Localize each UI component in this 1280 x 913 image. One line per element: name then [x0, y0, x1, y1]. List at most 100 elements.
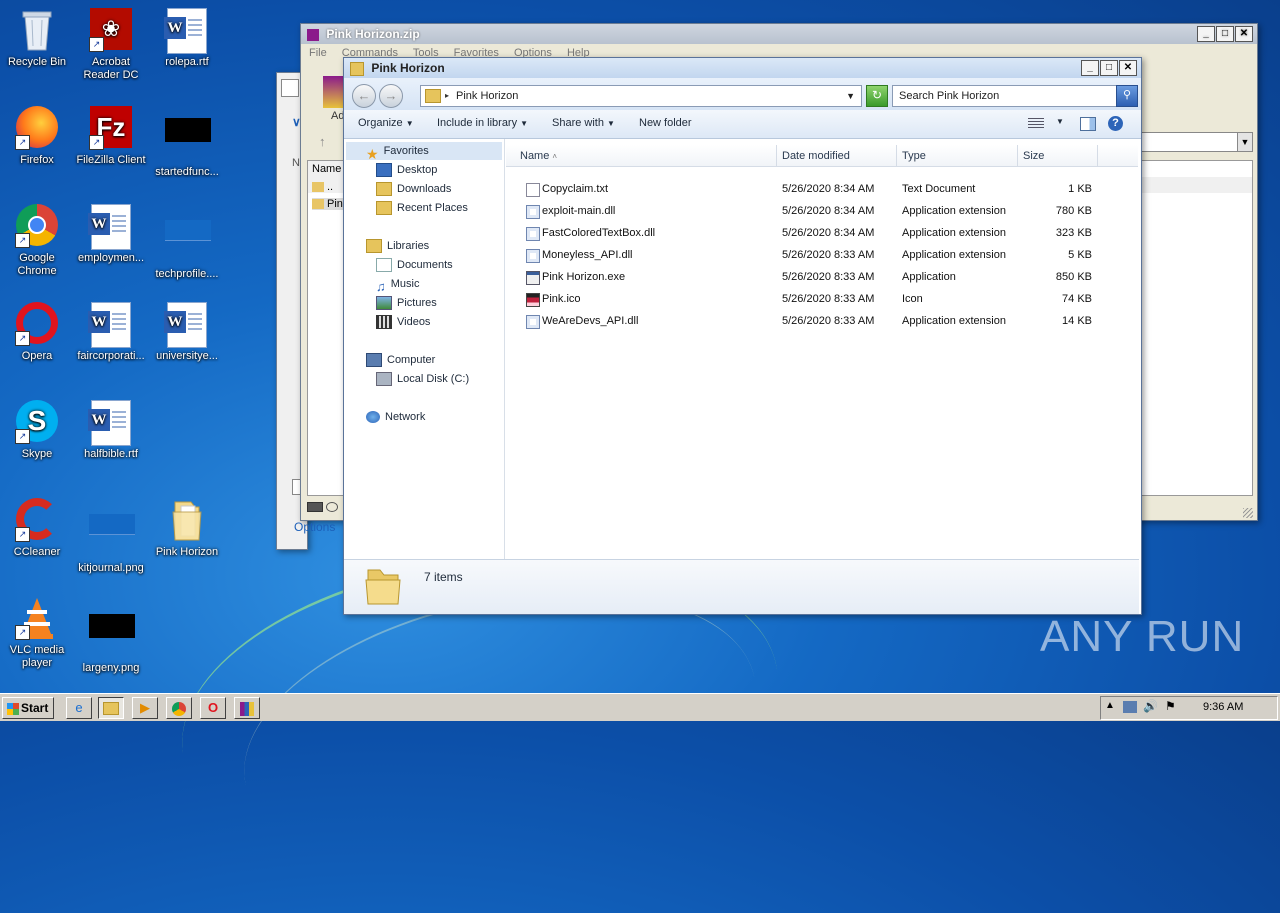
minimize-button[interactable]: _: [1197, 26, 1215, 42]
search-input[interactable]: Search Pink Horizon: [892, 85, 1118, 107]
media-player-taskbar-icon[interactable]: ▶: [132, 697, 158, 719]
file-row[interactable]: Pink Horizon.exe 5/26/2020 8:33 AM Applica…: [522, 266, 1132, 288]
column-name[interactable]: Name ˄: [506, 145, 777, 167]
start-button[interactable]: Start: [2, 697, 54, 719]
close-button[interactable]: ✕: [1235, 26, 1253, 42]
nav-local-disk[interactable]: Local Disk (C:): [376, 370, 469, 388]
tray-expand-icon[interactable]: ▲: [1105, 700, 1115, 711]
forward-button[interactable]: →: [379, 84, 403, 108]
chevron-down-icon[interactable]: ▼: [1237, 133, 1252, 151]
nav-network[interactable]: Network: [366, 408, 425, 426]
tray-network-icon[interactable]: [1123, 701, 1137, 713]
desktop-icon-techprofile[interactable]: techprofile....: [150, 204, 224, 281]
chevron-down-icon[interactable]: ▼: [846, 86, 855, 106]
up-arrow-icon[interactable]: ↑: [319, 134, 326, 149]
file-list[interactable]: Name ˄ Date modified Type Size Copyclaim…: [506, 139, 1139, 559]
nav-downloads[interactable]: Downloads: [376, 180, 451, 198]
close-button[interactable]: ✕: [1119, 60, 1137, 76]
preview-pane-icon[interactable]: [1080, 117, 1096, 131]
new-folder-button[interactable]: New folder: [639, 117, 692, 129]
desktop-icon-vlc[interactable]: ↗ VLC media player: [0, 596, 74, 670]
path-dropdown[interactable]: ▼: [1139, 132, 1253, 152]
nav-desktop[interactable]: Desktop: [376, 161, 437, 179]
desktop-icon-skype[interactable]: S ↗ Skype: [0, 400, 74, 461]
breadcrumb-pink-horizon[interactable]: Pink Horizon: [456, 86, 518, 106]
winrar-titlebar[interactable]: Pink Horizon.zip _ □ ✕: [301, 24, 1257, 44]
file-name: FastColoredTextBox.dll: [542, 227, 656, 239]
desktop-icon-largeny[interactable]: largeny.png: [74, 596, 148, 675]
maximize-button[interactable]: □: [1216, 26, 1234, 42]
winrar-taskbar-icon[interactable]: [234, 697, 260, 719]
help-icon[interactable]: ?: [1108, 116, 1123, 131]
folder-icon: [425, 89, 441, 103]
chevron-down-icon[interactable]: ▼: [1056, 117, 1064, 126]
desktop-icon-kitjournal[interactable]: kitjournal.png: [74, 498, 148, 575]
back-button[interactable]: ←: [352, 84, 376, 108]
desktop-icon-universitye[interactable]: W universitye...: [150, 302, 224, 363]
resize-grip[interactable]: [1243, 508, 1253, 518]
share-with-button[interactable]: Share with ▼: [552, 117, 615, 129]
desktop-icon-opera[interactable]: ↗ Opera: [0, 302, 74, 363]
menu-file[interactable]: File: [309, 47, 327, 59]
column-date-modified[interactable]: Date modified: [777, 145, 897, 167]
command-bar: Organize ▼ Include in library ▼ Share wi…: [344, 110, 1141, 139]
maximize-button[interactable]: □: [1100, 60, 1118, 76]
opera-taskbar-icon[interactable]: O: [200, 697, 226, 719]
tray-flag-icon[interactable]: ⚑: [1165, 699, 1176, 713]
view-options-icon[interactable]: [1028, 118, 1044, 128]
desktop-icon-startedfunc[interactable]: startedfunc...: [150, 106, 224, 179]
nav-documents[interactable]: Documents: [376, 256, 453, 274]
nav-favorites[interactable]: ★ Favorites: [366, 142, 429, 162]
desktop-icon-halfbible[interactable]: W halfbible.rtf: [74, 400, 148, 461]
file-row[interactable]: Moneyless_API.dll 5/26/2020 8:33 AM Applic…: [522, 244, 1132, 266]
winrar-row-parent[interactable]: ..: [312, 181, 333, 193]
add-archive-icon[interactable]: [323, 76, 345, 108]
file-row[interactable]: FastColoredTextBox.dll 5/26/2020 8:34 AM A…: [522, 222, 1132, 244]
column-size[interactable]: Size: [1018, 145, 1098, 167]
file-date: 5/26/2020 8:34 AM: [782, 227, 875, 239]
refresh-button[interactable]: ↻: [866, 85, 888, 107]
nav-libraries[interactable]: Libraries: [366, 237, 429, 255]
desktop-icon-firefox[interactable]: ↗ Firefox: [0, 106, 74, 167]
anyrun-watermark: ANY RUN: [1040, 612, 1245, 661]
search-button[interactable]: ⚲: [1116, 85, 1138, 107]
file-size: 5 KB: [1068, 249, 1092, 261]
explorer-titlebar[interactable]: Pink Horizon _ □ ✕: [344, 58, 1141, 78]
downloads-icon: [376, 182, 392, 197]
nav-music[interactable]: ♫ Music: [376, 275, 419, 294]
column-type[interactable]: Type: [897, 145, 1018, 167]
address-bar[interactable]: ▸ Pink Horizon ▼: [420, 85, 862, 107]
chrome-taskbar-icon[interactable]: [166, 697, 192, 719]
desktop-icon-pink-horizon-folder[interactable]: Pink Horizon: [150, 498, 224, 559]
file-row[interactable]: exploit-main.dll 5/26/2020 8:34 AM Applica…: [522, 200, 1132, 222]
include-in-library-button[interactable]: Include in library ▼: [437, 117, 528, 129]
desktop-icon-acrobat[interactable]: ❀ ↗ Acrobat Reader DC: [74, 8, 148, 82]
nav-computer[interactable]: Computer: [366, 351, 435, 369]
explorer-window[interactable]: Pink Horizon _ □ ✕ ← → ▸ Pink Horizon ▼ …: [343, 57, 1142, 615]
nav-pictures[interactable]: Pictures: [376, 294, 437, 312]
file-row[interactable]: Pink.ico 5/26/2020 8:33 AM Icon 74 KB: [522, 288, 1132, 310]
minimize-button[interactable]: _: [1081, 60, 1099, 76]
desktop-icon-rolepa[interactable]: W rolepa.rtf: [150, 8, 224, 69]
breadcrumb-arrow-icon[interactable]: ▸: [445, 86, 449, 106]
tray-volume-icon[interactable]: 🔊: [1143, 699, 1158, 713]
organize-button[interactable]: Organize ▼: [358, 117, 414, 129]
desktop-icon-faircorporation[interactable]: W faircorporati...: [74, 302, 148, 363]
ie-taskbar-icon[interactable]: e: [66, 697, 92, 719]
desktop-icon-recycle-bin[interactable]: Recycle Bin: [0, 8, 74, 69]
explorer-title: Pink Horizon: [371, 61, 445, 75]
file-row[interactable]: WeAreDevs_API.dll 5/26/2020 8:33 AM Applic…: [522, 310, 1132, 332]
desktop-icon-chrome[interactable]: ↗ Google Chrome: [0, 204, 74, 278]
nav-recent-places[interactable]: Recent Places: [376, 199, 468, 217]
desktop-icon-filezilla[interactable]: Fz ↗ FileZilla Client: [74, 106, 148, 167]
options-link[interactable]: Options: [294, 520, 335, 534]
clock[interactable]: 9:36 AM: [1203, 701, 1243, 713]
file-row[interactable]: Copyclaim.txt 5/26/2020 8:34 AM Text Docum…: [522, 178, 1132, 200]
winrar-row-folder[interactable]: Pin: [312, 198, 347, 210]
nav-videos[interactable]: Videos: [376, 313, 430, 331]
explorer-taskbar-icon[interactable]: [98, 697, 124, 719]
desktop-icon-employment[interactable]: W employmen...: [74, 204, 148, 265]
chrome-icon: ↗: [15, 204, 59, 248]
desktop-icon-ccleaner[interactable]: ↗ CCleaner: [0, 498, 74, 559]
drive-icon: [376, 372, 392, 387]
